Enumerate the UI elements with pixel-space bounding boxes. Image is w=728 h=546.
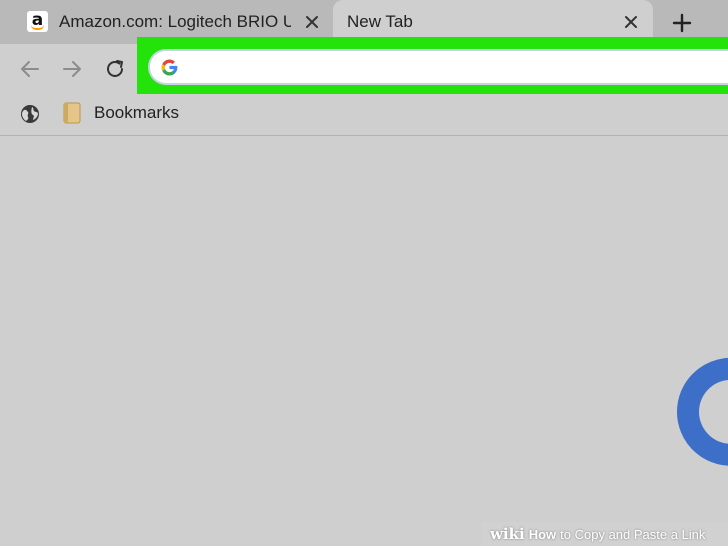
watermark-brand: wiki [490,525,525,543]
globe-icon[interactable] [19,103,41,125]
google-logo-icon [676,357,728,467]
reload-icon[interactable] [102,56,128,82]
wikihow-watermark: wiki How to Copy and Paste a Link [482,522,728,546]
amazon-icon: a [27,11,48,32]
toolbar [0,37,728,94]
watermark-title: to Copy and Paste a Link [560,526,706,542]
tab-title: New Tab [347,12,413,31]
address-input[interactable] [188,57,708,79]
address-bar[interactable] [148,49,728,85]
folder-icon[interactable] [63,102,81,124]
new-tab-page [0,137,728,546]
google-icon [160,58,179,77]
browser-window: a Amazon.com: Logitech BRIO Ultr New Tab [0,0,728,546]
tab-title: Amazon.com: Logitech BRIO Ultr [59,12,291,31]
bookmarks-folder-label[interactable]: Bookmarks [94,103,179,123]
watermark-how: How [528,526,557,542]
arrow-left-icon[interactable] [17,56,43,82]
close-icon[interactable] [300,10,324,34]
close-icon[interactable] [619,10,643,34]
arrow-right-icon[interactable] [59,56,85,82]
bookmarks-bar: Bookmarks [0,94,728,136]
plus-icon[interactable] [668,9,696,37]
